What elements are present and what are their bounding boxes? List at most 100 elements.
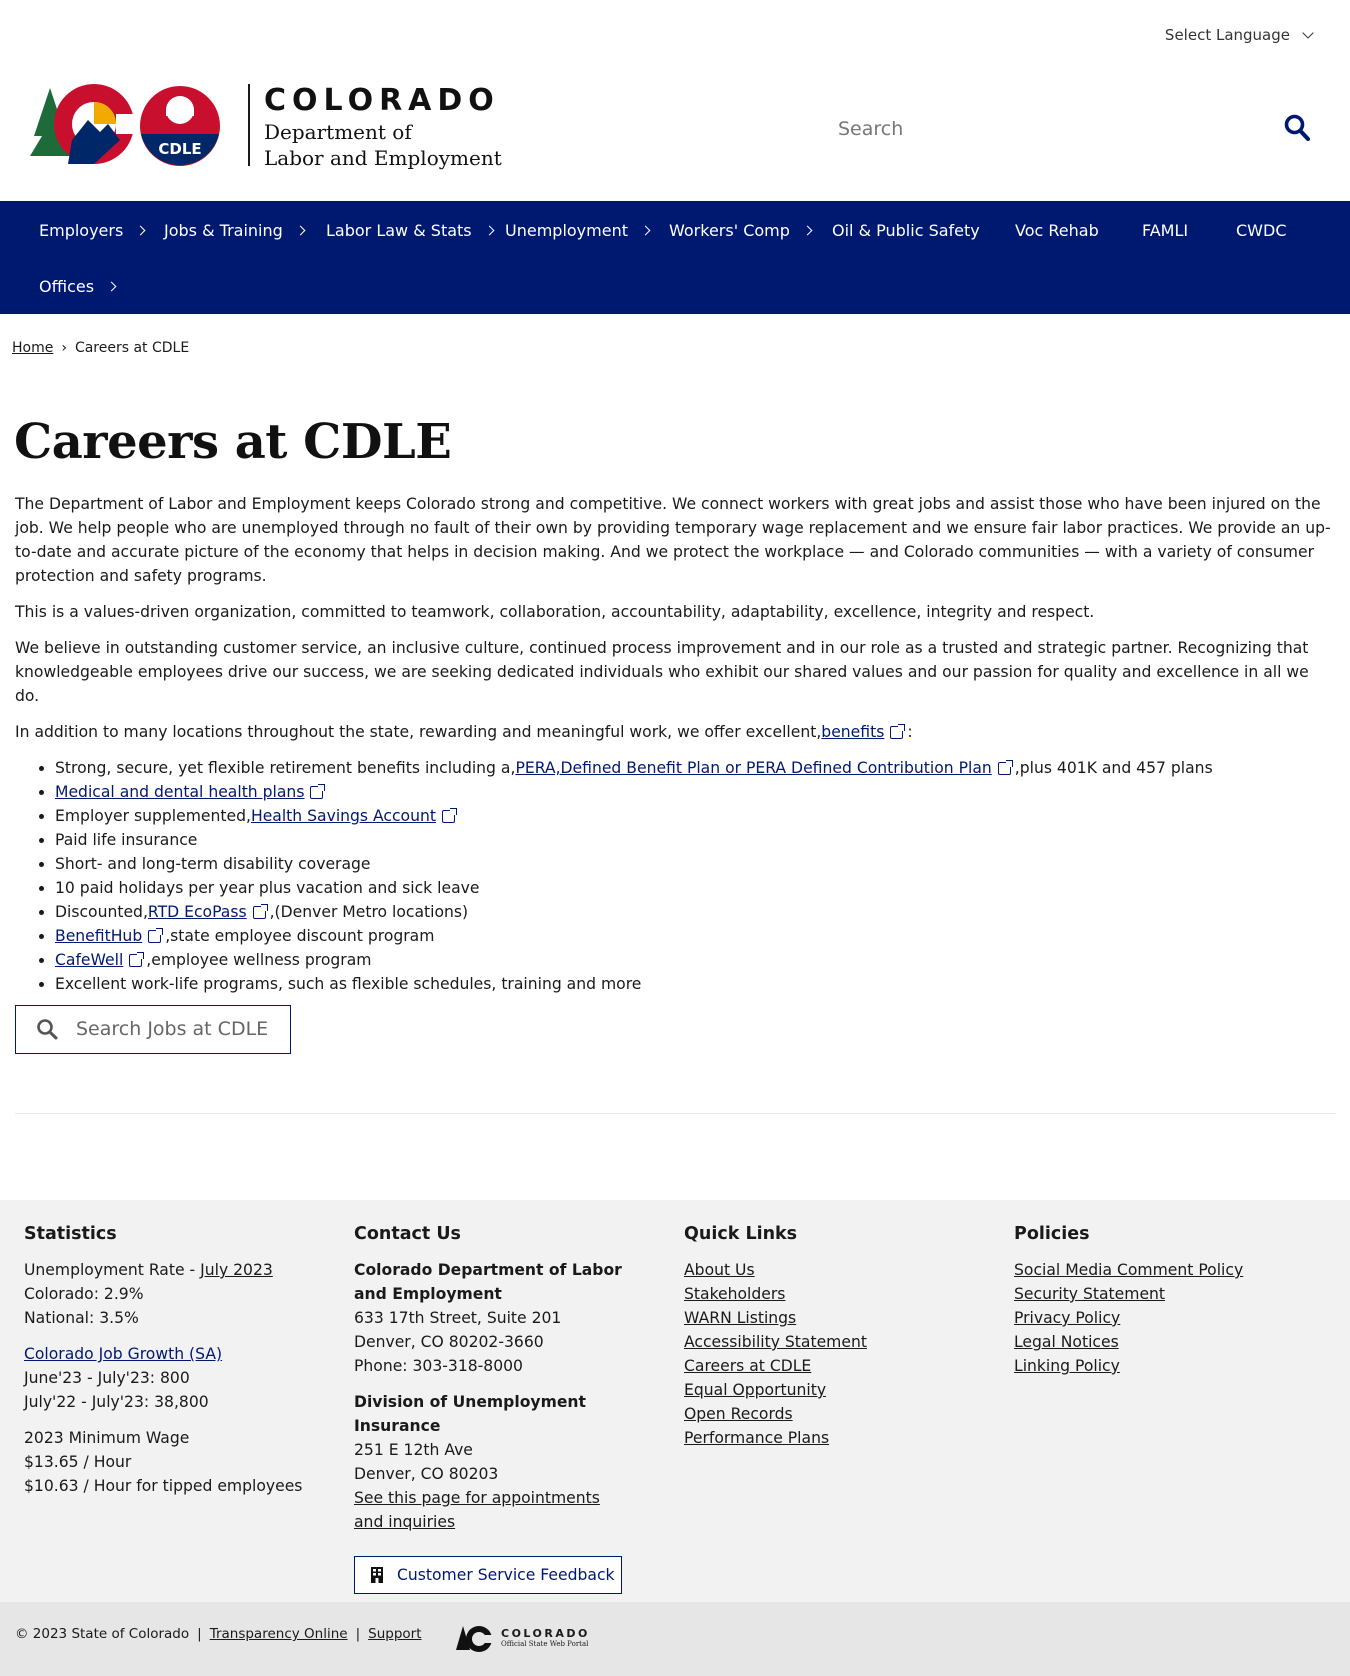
bottom-bar: © 2023 State of Colorado | Transparency … (0, 1602, 1350, 1676)
quick-link[interactable]: Accessibility Statement (684, 1333, 867, 1351)
pera-plan-link[interactable]: PERA,Defined Benefit Plan or PERA Define… (515, 759, 991, 777)
ui-division: Division of Unemployment Insurance (354, 1393, 586, 1435)
quick-link[interactable]: Careers at CDLE (684, 1357, 811, 1375)
ui-city: Denver, CO 80203 (354, 1465, 499, 1483)
benefithub-link[interactable]: BenefitHub (55, 927, 142, 945)
policy-link[interactable]: Security Statement (1014, 1285, 1165, 1303)
department-line-1: Department of (264, 120, 412, 144)
nav-item-offices[interactable]: Offices (39, 277, 117, 296)
nav-item-labor-law-stats[interactable]: Labor Law & Stats (326, 221, 495, 240)
service-paragraph: We believe in outstanding customer servi… (15, 639, 1309, 705)
quick-link[interactable]: Stakeholders (684, 1285, 785, 1303)
breadcrumb-separator: › (61, 340, 67, 356)
health-plans-link[interactable]: Medical and dental health plans (55, 783, 304, 801)
policy-link[interactable]: Linking Policy (1014, 1357, 1120, 1375)
policy-link[interactable]: Legal Notices (1014, 1333, 1119, 1351)
search-input[interactable]: Search (838, 118, 903, 140)
nav-item-unemployment[interactable]: Unemployment (505, 221, 651, 240)
footer-quick-links: Quick Links About Us Stakeholders WARN L… (684, 1222, 984, 1450)
ui-address: 251 E 12th Ave (354, 1441, 473, 1459)
portal-name: COLORADO (501, 1627, 590, 1640)
search-icon (36, 1018, 58, 1044)
search-jobs-button[interactable]: Search Jobs at CDLE (15, 1005, 291, 1054)
footer-statistics: Statistics Unemployment Rate - July 2023… (24, 1222, 324, 1498)
rtd-ecopass-link[interactable]: RTD EcoPass (148, 903, 247, 921)
support-link[interactable]: Support (368, 1626, 421, 1642)
nav-item-voc-rehab[interactable]: Voc Rehab (1015, 221, 1099, 240)
nav-item-famli[interactable]: FAMLI (1142, 221, 1188, 240)
cafewell-link[interactable]: CafeWell (55, 951, 123, 969)
copyright-row: © 2023 State of Colorado | Transparency … (15, 1626, 422, 1642)
quick-links-heading: Quick Links (684, 1224, 798, 1244)
main-content: The Department of Labor and Employment k… (15, 492, 1335, 996)
list-item: Paid life insurance (39, 828, 1335, 852)
external-link-icon (252, 904, 268, 919)
quick-link[interactable]: About Us (684, 1261, 755, 1279)
chevron-right-icon (802, 225, 813, 236)
external-link-icon (890, 724, 906, 739)
quick-link[interactable]: Open Records (684, 1405, 793, 1423)
list-item: Medical and dental health plans (39, 780, 1335, 804)
external-link-icon (148, 928, 164, 943)
list-item: Strong, secure, yet flexible retirement … (39, 756, 1335, 780)
colorado-rate: Colorado: 2.9% (24, 1285, 144, 1303)
main-navigation: Employers Jobs & Training Labor Law & St… (0, 201, 1350, 314)
contact-phone: Phone: 303-318-8000 (354, 1357, 523, 1375)
benefits-link[interactable]: benefits (821, 723, 884, 741)
site-search[interactable]: Search (810, 110, 1311, 150)
language-label: Select Language (1164, 26, 1290, 44)
page-title: Careers at CDLE (14, 414, 452, 470)
portal-subtitle: Official State Web Portal (501, 1640, 589, 1648)
quick-link[interactable]: Performance Plans (684, 1429, 829, 1447)
breadcrumb-current: Careers at CDLE (74, 340, 190, 356)
job-growth-link[interactable]: Colorado Job Growth (SA) (24, 1345, 222, 1363)
transparency-link[interactable]: Transparency Online (210, 1626, 348, 1642)
quick-link[interactable]: WARN Listings (684, 1309, 796, 1327)
chevron-right-icon (640, 225, 651, 236)
building-icon (371, 1567, 383, 1583)
policy-link[interactable]: Social Media Comment Policy (1014, 1261, 1243, 1279)
customer-feedback-button[interactable]: Customer Service Feedback (354, 1556, 622, 1594)
external-link-icon (441, 808, 457, 823)
colorado-logo[interactable]: CDLE (28, 80, 238, 172)
appointments-link[interactable]: See this page for appointments and inqui… (354, 1489, 600, 1531)
colorado-cdle-logo-icon: CDLE (30, 84, 220, 166)
quick-link[interactable]: Equal Opportunity (684, 1381, 826, 1399)
external-link-icon (129, 952, 145, 967)
nav-item-workers-comp[interactable]: Workers' Comp (669, 221, 813, 240)
copyright-text: © 2023 State of Colorado (15, 1626, 190, 1642)
list-item: Employer supplemented,Health Savings Acc… (39, 804, 1335, 828)
values-paragraph: This is a values-driven organization, co… (15, 603, 1095, 621)
state-portal-logo[interactable]: COLORADO Official State Web Portal (455, 1624, 590, 1654)
chevron-right-icon (484, 225, 495, 236)
search-icon[interactable] (1284, 114, 1311, 146)
contact-heading: Contact Us (354, 1224, 461, 1244)
benefits-intro: In addition to many locations throughout… (15, 723, 913, 741)
benefits-list: Strong, secure, yet flexible retirement … (39, 756, 1335, 996)
chevron-down-icon (1302, 27, 1314, 39)
breadcrumb-home-link[interactable]: Home (12, 340, 53, 356)
minimum-wage: $13.65 / Hour (24, 1453, 132, 1471)
nav-item-cwdc[interactable]: CWDC (1236, 221, 1286, 240)
hsa-link[interactable]: Health Savings Account (251, 807, 436, 825)
nav-item-jobs-training[interactable]: Jobs & Training (164, 221, 306, 240)
chevron-right-icon (295, 225, 306, 236)
chevron-right-icon (106, 281, 117, 292)
footer-contact: Contact Us Colorado Department of Labor … (354, 1222, 654, 1594)
list-item: Excellent work-life programs, such as fl… (39, 972, 1335, 996)
language-select[interactable]: Select Language (1164, 26, 1314, 44)
list-item: 10 paid holidays per year plus vacation … (39, 876, 1335, 900)
contact-org: Colorado Department of Labor and Employm… (354, 1261, 622, 1303)
nav-item-employers[interactable]: Employers (39, 221, 146, 240)
contact-city: Denver, CO 80202-3660 (354, 1333, 544, 1351)
footer-policies: Policies Social Media Comment Policy Sec… (1014, 1222, 1334, 1378)
national-rate: National: 3.5% (24, 1309, 139, 1327)
policy-link[interactable]: Privacy Policy (1014, 1309, 1120, 1327)
nav-item-oil-public-safety[interactable]: Oil & Public Safety (832, 221, 980, 240)
external-link-icon (310, 784, 326, 799)
growth-month: June'23 - July'23: 800 (24, 1369, 190, 1387)
unemployment-month-link[interactable]: July 2023 (200, 1261, 273, 1279)
minimum-wage-tipped: $10.63 / Hour for tipped employees (24, 1477, 303, 1495)
colorado-portal-icon (456, 1626, 493, 1652)
svg-text:CDLE: CDLE (158, 140, 201, 158)
